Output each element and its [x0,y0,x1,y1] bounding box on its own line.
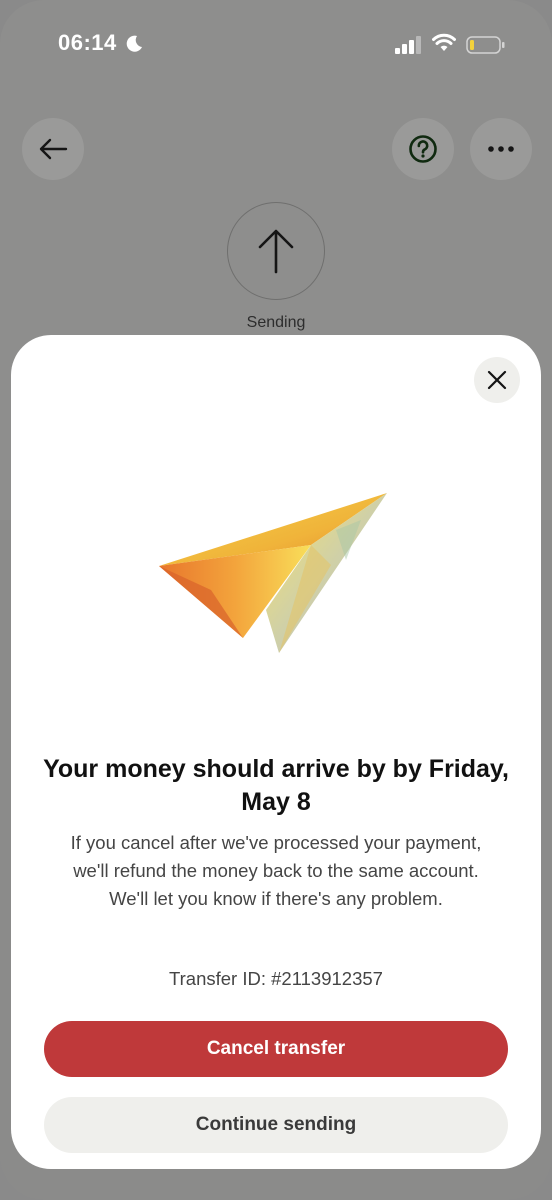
paper-plane-illustration [159,493,387,653]
transfer-id: Transfer ID: #2113912357 [169,968,383,989]
status-time: 06:14 [58,30,117,55]
close-icon [487,370,507,390]
battery-icon [466,36,505,54]
help-button[interactable] [392,118,454,180]
continue-sending-button[interactable]: Continue sending [44,1097,508,1153]
wifi-icon [432,33,456,51]
close-button[interactable] [474,357,520,403]
arrow-left-icon [39,138,68,160]
back-button[interactable] [22,118,84,180]
status-label: Sending [246,314,306,331]
signal-icon [395,36,421,54]
sending-status-icon [227,202,325,300]
continue-sending-label: Continue sending [195,1114,357,1135]
question-circle-icon [409,135,437,163]
cancel-transfer-button[interactable]: Cancel transfer [44,1021,508,1077]
transfer-modal: Your money should arrive by by Friday, M… [11,335,541,1169]
arrival-headline: Your money should arrive by by Friday, M… [43,755,509,816]
cancel-transfer-label: Cancel transfer [206,1038,346,1059]
arrow-up-icon [258,229,294,274]
more-horizontal-icon [488,146,514,152]
moon-icon [126,35,142,52]
more-options-button[interactable] [470,118,532,180]
status-bar: 06:14 [0,0,552,90]
refund-info-text: If you cancel after we've processed your… [70,832,482,909]
app-screen: 06:14 Sending Your money should arrive b… [0,0,552,1200]
